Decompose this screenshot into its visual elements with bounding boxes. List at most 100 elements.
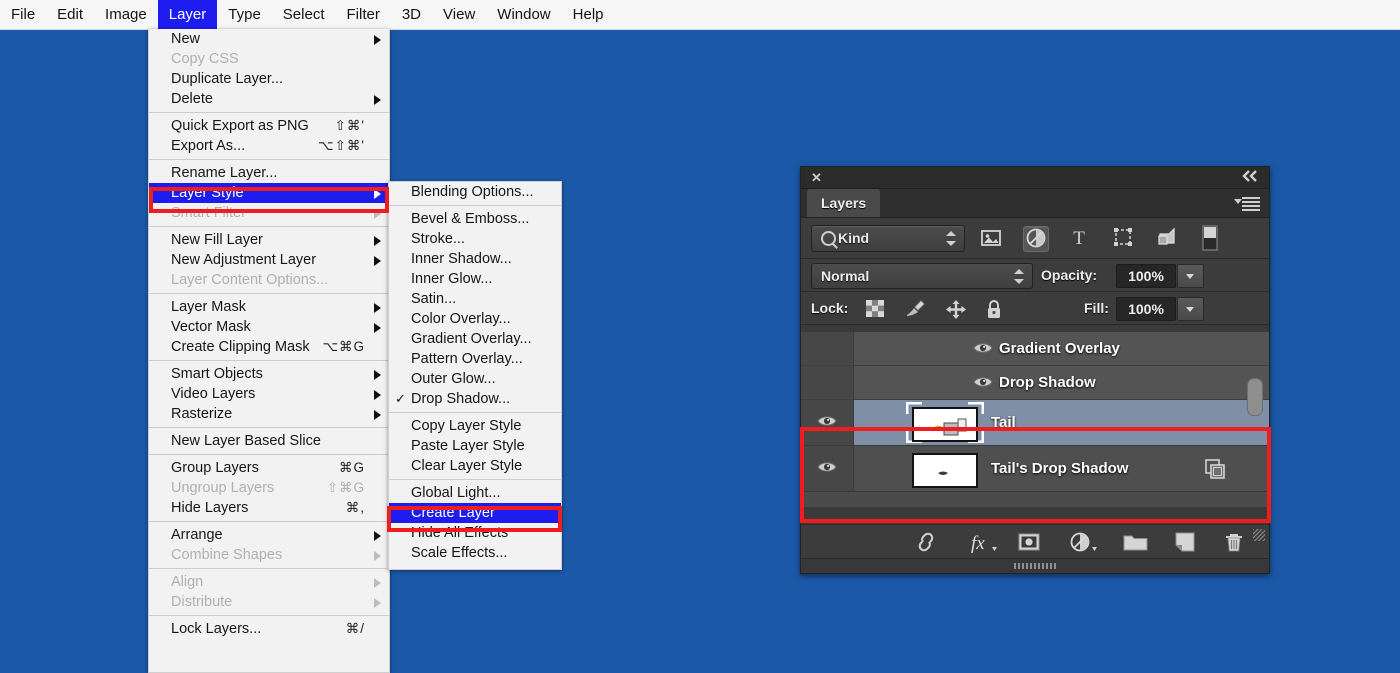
menu-item-hide-all-effects[interactable]: Hide All Effects	[389, 523, 561, 543]
menu-item-pattern-overlay[interactable]: Pattern Overlay...	[389, 349, 561, 369]
lock-position-icon[interactable]	[945, 299, 965, 318]
layer-visibility-eye-icon[interactable]	[817, 414, 837, 431]
layer-row[interactable]: Tail	[801, 400, 1269, 446]
opacity-input[interactable]: 100%	[1116, 264, 1176, 288]
close-icon[interactable]: ✕	[810, 171, 823, 184]
menu-item-outer-glow[interactable]: Outer Glow...	[389, 369, 561, 389]
type-layers-filter-icon[interactable]: T	[1067, 226, 1091, 250]
menubar-item-type[interactable]: Type	[217, 0, 272, 29]
menu-item-create-layer[interactable]: Create Layer	[389, 503, 561, 523]
lock-transparent-pixels-icon[interactable]	[865, 299, 885, 318]
menu-item-new-fill-layer[interactable]: New Fill Layer	[149, 230, 389, 250]
menu-item-stroke[interactable]: Stroke...	[389, 229, 561, 249]
lock-all-icon[interactable]	[985, 299, 1005, 318]
menu-item-gradient-overlay[interactable]: Gradient Overlay...	[389, 329, 561, 349]
menu-item-label: Scale Effects...	[411, 545, 507, 561]
delete-layer-icon[interactable]	[1223, 531, 1245, 553]
menu-item-delete[interactable]: Delete	[149, 89, 389, 109]
menu-item-lock-layers[interactable]: Lock Layers...⌘/	[149, 619, 389, 639]
fill-dropdown-arrow[interactable]	[1177, 297, 1204, 321]
menu-item-satin[interactable]: Satin...	[389, 289, 561, 309]
shape-layers-filter-icon[interactable]	[1111, 226, 1135, 250]
menu-item-new[interactable]: New	[149, 29, 389, 49]
menu-item-new-layer-based-slice[interactable]: New Layer Based Slice	[149, 431, 389, 451]
menu-item-smart-objects[interactable]: Smart Objects	[149, 364, 389, 384]
menubar-item-select[interactable]: Select	[272, 0, 336, 29]
menu-item-video-layers[interactable]: Video Layers	[149, 384, 389, 404]
menubar-item-layer[interactable]: Layer	[158, 0, 218, 29]
add-layer-mask-icon[interactable]	[1017, 531, 1041, 553]
menu-item-bevel-emboss[interactable]: Bevel & Emboss...	[389, 209, 561, 229]
new-adjustment-layer-icon[interactable]	[1069, 531, 1099, 553]
menu-item-layer-style[interactable]: Layer Style	[149, 183, 389, 203]
layer-row[interactable]: Tail's Drop Shadow	[801, 446, 1269, 492]
layer-list[interactable]: Gradient OverlayDrop ShadowTailTail's Dr…	[801, 332, 1269, 507]
filter-toggle-switch[interactable]	[1201, 225, 1219, 251]
filter-kind-select[interactable]: Kind	[811, 225, 965, 252]
menu-item-duplicate-layer[interactable]: Duplicate Layer...	[149, 69, 389, 89]
menubar-item-3d[interactable]: 3D	[391, 0, 432, 29]
new-group-icon[interactable]	[1123, 531, 1149, 553]
menubar-item-view[interactable]: View	[432, 0, 486, 29]
menu-item-create-clipping-mask[interactable]: Create Clipping Mask⌥⌘G	[149, 337, 389, 357]
menu-item-label: Hide Layers	[171, 500, 248, 516]
menu-item-clear-layer-style[interactable]: Clear Layer Style	[389, 456, 561, 476]
menu-item-rasterize[interactable]: Rasterize	[149, 404, 389, 424]
layer-list-scrollbar[interactable]	[1247, 340, 1261, 499]
menu-item-layer-mask[interactable]: Layer Mask	[149, 297, 389, 317]
opacity-dropdown-arrow[interactable]	[1177, 264, 1204, 288]
menu-item-scale-effects[interactable]: Scale Effects...	[389, 543, 561, 563]
adjustment-layers-filter-icon[interactable]	[1023, 226, 1049, 252]
menu-item-export-as[interactable]: Export As...⌥⇧⌘'	[149, 136, 389, 156]
layer-effect-row[interactable]: Gradient Overlay	[801, 332, 1269, 366]
menu-item-color-overlay[interactable]: Color Overlay...	[389, 309, 561, 329]
menubar-item-file[interactable]: File	[0, 0, 46, 29]
pixel-layers-filter-icon[interactable]	[979, 226, 1003, 250]
menu-item-rename-layer[interactable]: Rename Layer...	[149, 163, 389, 183]
collapse-panel-icon[interactable]	[1241, 170, 1259, 185]
menu-item-label: Group Layers	[171, 460, 259, 476]
menu-item-hide-layers[interactable]: Hide Layers⌘,	[149, 498, 389, 518]
menubar-item-edit[interactable]: Edit	[46, 0, 94, 29]
add-layer-style-fx-icon[interactable]: fx	[969, 531, 999, 553]
menu-item-copy-css: Copy CSS	[149, 49, 389, 69]
menu-item-drop-shadow[interactable]: ✓Drop Shadow...	[389, 389, 561, 409]
menu-item-copy-layer-style[interactable]: Copy Layer Style	[389, 416, 561, 436]
scrollbar-thumb[interactable]	[1247, 378, 1263, 416]
new-layer-icon[interactable]	[1173, 531, 1197, 553]
effect-visibility-eye-icon[interactable]	[973, 341, 993, 358]
menu-item-new-adjustment-layer[interactable]: New Adjustment Layer	[149, 250, 389, 270]
layer-effect-row[interactable]: Drop Shadow	[801, 366, 1269, 400]
layer-thumbnail[interactable]	[912, 407, 978, 442]
panel-menu-icon[interactable]	[1234, 196, 1260, 211]
menu-item-paste-layer-style[interactable]: Paste Layer Style	[389, 436, 561, 456]
menu-item-vector-mask[interactable]: Vector Mask	[149, 317, 389, 337]
fill-input[interactable]: 100%	[1116, 297, 1176, 321]
menu-item-arrange[interactable]: Arrange	[149, 525, 389, 545]
filter-kind-label: Kind	[838, 226, 869, 251]
menu-item-quick-export-as-png[interactable]: Quick Export as PNG⇧⌘'	[149, 116, 389, 136]
layer-thumbnail[interactable]	[912, 453, 978, 488]
tab-layers[interactable]: Layers	[807, 189, 880, 217]
smart-object-filter-icon[interactable]	[1155, 226, 1179, 250]
menu-item-label: Smart Filter	[171, 205, 246, 221]
blend-mode-select[interactable]: Normal	[811, 263, 1033, 289]
menu-item-label: Export As...	[171, 138, 245, 154]
menu-item-group-layers[interactable]: Group Layers⌘G	[149, 458, 389, 478]
menubar-item-window[interactable]: Window	[486, 0, 561, 29]
layer-effects-badge-icon[interactable]	[1205, 459, 1225, 479]
panel-resize-grip[interactable]	[1253, 529, 1265, 541]
menu-item-blending-options[interactable]: Blending Options...	[389, 182, 561, 202]
menubar-item-help[interactable]: Help	[562, 0, 615, 29]
menu-item-inner-shadow[interactable]: Inner Shadow...	[389, 249, 561, 269]
menubar-item-image[interactable]: Image	[94, 0, 158, 29]
lock-image-pixels-icon[interactable]	[905, 299, 925, 318]
link-layers-icon[interactable]	[913, 531, 939, 553]
effect-visibility-eye-icon[interactable]	[973, 375, 993, 392]
panel-bottom-grip[interactable]	[801, 558, 1269, 573]
layer-visibility-eye-icon[interactable]	[817, 460, 837, 477]
menu-item-global-light[interactable]: Global Light...	[389, 483, 561, 503]
menu-item-inner-glow[interactable]: Inner Glow...	[389, 269, 561, 289]
menubar-item-filter[interactable]: Filter	[336, 0, 391, 29]
menu-item-label: Quick Export as PNG	[171, 118, 309, 134]
